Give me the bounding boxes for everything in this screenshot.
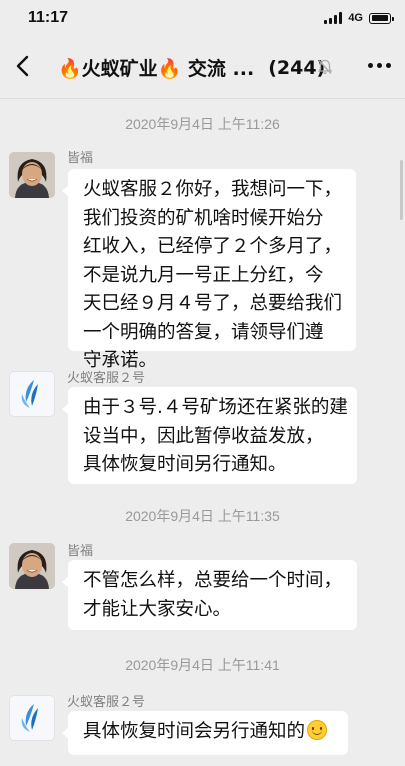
company-logo-icon bbox=[21, 380, 38, 408]
more-options-button[interactable] bbox=[368, 63, 391, 68]
message-bubble[interactable]: 不管怎么样，总要给一个时间， 才能让大家安心。 bbox=[62, 560, 357, 630]
dot bbox=[386, 63, 391, 68]
sender-name: 火蚁客服２号 bbox=[67, 695, 146, 710]
group-name: 🔥火蚁矿业🔥 交流 ... bbox=[58, 58, 255, 80]
chat-title[interactable]: 🔥火蚁矿业🔥 交流 ... (244) bbox=[58, 54, 325, 81]
avatar[interactable] bbox=[9, 152, 55, 198]
back-button[interactable] bbox=[8, 51, 38, 81]
avatar[interactable] bbox=[9, 695, 55, 741]
message-bubble[interactable]: 火蚁客服２你好，我想问一下， 我们投资的矿机啥时候开始分 红收入，已经停了２个多… bbox=[62, 169, 356, 371]
message-line: 我们投资的矿机啥时候开始分 bbox=[83, 207, 324, 229]
message-line: 不是说九月一号正上分红，今 bbox=[83, 264, 324, 286]
status-bar: 11:17 4G bbox=[0, 0, 405, 36]
timestamp: 2020年9月4日 上午11:35 bbox=[125, 508, 280, 524]
message-text: 具体恢复时间会另行通知的 bbox=[83, 721, 306, 742]
chevron-left-icon bbox=[16, 55, 29, 77]
timestamp: 2020年9月4日 上午11:26 bbox=[125, 116, 280, 132]
message-line: 火蚁客服２你好，我想问一下， bbox=[83, 179, 343, 200]
sender-name: 皆福 bbox=[67, 544, 94, 559]
status-time: 11:17 bbox=[28, 9, 69, 26]
avatar-woman-icon bbox=[9, 543, 55, 589]
avatar[interactable] bbox=[9, 371, 55, 417]
network-type: 4G bbox=[348, 12, 363, 24]
message-line: 具体恢复时间会另行通知的 bbox=[83, 718, 336, 747]
avatar-woman-icon bbox=[9, 152, 55, 198]
message-line: 具体恢复时间另行通知。 bbox=[83, 454, 287, 475]
smile-emoji-icon bbox=[307, 720, 328, 740]
dot bbox=[377, 63, 382, 68]
company-logo-icon bbox=[21, 704, 38, 732]
message-line: 不管怎么样，总要给一个时间， bbox=[83, 570, 343, 591]
message-line: 天巳经９月４号了，总要给我们 bbox=[83, 293, 343, 314]
timestamp: 2020年9月4日 上午11:41 bbox=[125, 657, 280, 673]
scrollbar[interactable] bbox=[400, 160, 403, 220]
sender-name: 皆福 bbox=[67, 151, 94, 166]
avatar[interactable] bbox=[9, 543, 55, 589]
mute-bell-icon bbox=[317, 59, 333, 74]
message-bubble[interactable]: 由于３号.４号矿场还在紧张的建 设当中，因此暂停收益发放， 具体恢复时间另行通知… bbox=[62, 387, 357, 484]
message-line: 才能让大家安心。 bbox=[83, 598, 232, 620]
dot bbox=[368, 63, 373, 68]
message-line: 设当中，因此暂停收益发放， bbox=[83, 425, 324, 447]
message-bubble[interactable]: 具体恢复时间会另行通知的 bbox=[62, 711, 348, 755]
chat-header: 🔥火蚁矿业🔥 交流 ... (244) bbox=[0, 36, 405, 99]
battery-icon bbox=[369, 12, 394, 24]
signal-icon bbox=[324, 12, 343, 24]
message-line: 一个明确的答复，请领导们遵 bbox=[83, 321, 324, 343]
message-line: 由于３号.４号矿场还在紧张的建 bbox=[83, 397, 348, 418]
sender-name: 火蚁客服２号 bbox=[67, 371, 146, 386]
status-indicators: 4G bbox=[324, 11, 394, 25]
message-line: 红收入，已经停了２个多月了， bbox=[83, 236, 343, 257]
